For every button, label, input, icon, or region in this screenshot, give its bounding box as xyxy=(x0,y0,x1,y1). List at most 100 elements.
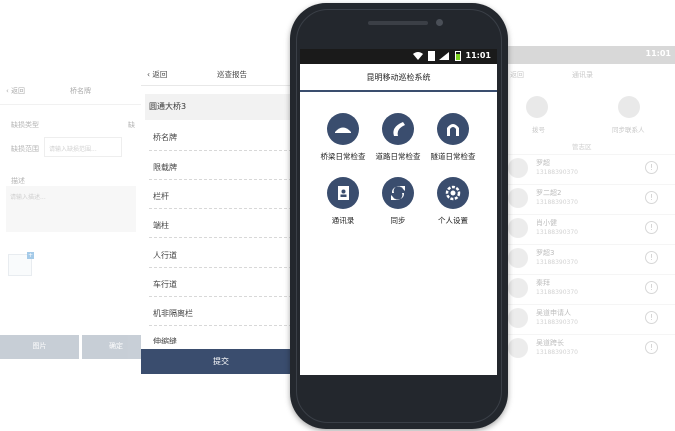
submit-button[interactable]: 提交 xyxy=(141,349,301,374)
list-divider xyxy=(149,267,297,268)
defect-type-label-cut: 缺 xyxy=(128,121,135,129)
tile-label: 个人设置 xyxy=(438,216,468,225)
description-input[interactable]: 请输入描述... xyxy=(6,186,136,232)
battery-icon xyxy=(455,51,461,61)
list-item[interactable]: 端柱 xyxy=(153,220,298,231)
wifi-icon xyxy=(413,52,423,60)
list-item[interactable]: 限载牌 xyxy=(153,162,298,173)
contact-name: 罗超 xyxy=(536,159,550,167)
back-button[interactable]: ‹ 返回 xyxy=(147,69,167,80)
signal-icon xyxy=(439,52,449,60)
phone-icon[interactable] xyxy=(526,96,548,118)
sync-contacts-label: 同步联系人 xyxy=(612,126,645,134)
phone-device: 11:01 昆明移动巡检系统 桥梁日常检查 道路日常检查 隧道日常检查 通讯录 … xyxy=(290,3,508,429)
phone-bottom-bezel xyxy=(300,375,497,405)
phone-screen: 11:01 昆明移动巡检系统 桥梁日常检查 道路日常检查 隧道日常检查 通讯录 … xyxy=(300,49,497,375)
photo-button[interactable]: 图片 xyxy=(0,335,79,359)
contact-phone: 13188390370 xyxy=(536,319,578,326)
back-button[interactable]: 返回 xyxy=(510,70,524,80)
tunnel-inspection-tile[interactable]: 隧道日常检查 xyxy=(421,113,485,175)
defect-range-input[interactable]: 请输入缺损范围... xyxy=(44,137,122,157)
speaker-grille xyxy=(368,21,428,25)
avatar-icon xyxy=(508,158,528,178)
sync-icon[interactable] xyxy=(618,96,640,118)
contacts-icon xyxy=(327,177,359,209)
contact-phone: 13188390370 xyxy=(536,199,578,206)
contact-phone: 13188390370 xyxy=(536,169,578,176)
avatar-icon xyxy=(508,218,528,238)
page-title: 通讯录 xyxy=(572,71,593,79)
info-icon[interactable]: ! xyxy=(645,191,658,204)
inspection-report-screen: ‹ 返回 巡查报告 圆通大桥3 桥名牌 限载牌 栏杆 端柱 人行道 车行道 机非… xyxy=(141,62,301,374)
chevron-left-icon: ‹ xyxy=(6,87,9,95)
status-time: 11:01 xyxy=(645,49,671,58)
settings-icon xyxy=(437,177,469,209)
contact-row[interactable]: 罗二超2 13188390370 ! xyxy=(500,184,675,210)
status-time: 11:01 xyxy=(465,51,491,60)
plus-icon: + xyxy=(27,252,34,259)
notification-icon xyxy=(428,51,435,61)
avatar-icon xyxy=(508,338,528,358)
page-title: 桥名牌 xyxy=(70,87,91,95)
contact-row[interactable]: 秦拜 13188390370 ! xyxy=(500,274,675,300)
contact-row[interactable]: 吴道申请人 13188390370 ! xyxy=(500,304,675,330)
contact-phone: 13188390370 xyxy=(536,259,578,266)
avatar-icon xyxy=(508,188,528,208)
bridge-icon xyxy=(327,113,359,145)
report-header: ‹ 返回 巡查报告 xyxy=(141,62,301,86)
list-item[interactable]: 桥名牌 xyxy=(153,132,298,143)
defect-type-label: 缺损类型 xyxy=(11,121,39,129)
info-icon[interactable]: ! xyxy=(645,251,658,264)
status-bar: 11:01 xyxy=(500,46,675,64)
list-item[interactable]: 伸缩缝 xyxy=(153,336,298,344)
contact-name: 吴道跨长 xyxy=(536,339,564,347)
defect-range-label: 缺损范围 xyxy=(11,145,39,153)
list-divider xyxy=(149,179,297,180)
settings-tile[interactable]: 个人设置 xyxy=(421,177,485,239)
tunnel-icon xyxy=(437,113,469,145)
contacts-screen: 11:01 返回 通讯录 拨号 同步联系人 管志区 罗超 13188390370… xyxy=(500,46,675,376)
avatar-icon xyxy=(508,308,528,328)
description-label: 描述 xyxy=(11,177,25,185)
list-divider xyxy=(149,237,297,238)
list-item[interactable]: 栏杆 xyxy=(153,191,298,202)
contact-name: 罗超3 xyxy=(536,249,555,257)
sync-icon xyxy=(382,177,414,209)
list-divider xyxy=(149,150,297,151)
header-divider xyxy=(0,104,150,105)
avatar-icon xyxy=(508,248,528,268)
info-icon[interactable]: ! xyxy=(645,161,658,174)
info-icon[interactable]: ! xyxy=(645,281,658,294)
status-bar: 11:01 xyxy=(300,49,497,64)
contact-name: 肖小健 xyxy=(536,219,557,227)
info-icon[interactable]: ! xyxy=(645,341,658,354)
list-divider xyxy=(149,208,297,209)
list-divider xyxy=(149,325,297,326)
add-photo-thumbnail[interactable]: + xyxy=(8,252,34,276)
bridge-name: 圆通大桥3 xyxy=(145,94,297,120)
contact-row[interactable]: 吴道跨长 13188390370 ! xyxy=(500,334,675,360)
dial-label: 拨号 xyxy=(532,126,545,134)
avatar-icon xyxy=(508,278,528,298)
contact-phone: 13188390370 xyxy=(536,289,578,296)
contact-phone: 13188390370 xyxy=(536,349,578,356)
contact-row[interactable]: 肖小健 13188390370 ! xyxy=(500,214,675,240)
app-title: 昆明移动巡检系统 xyxy=(300,64,497,92)
chevron-left-icon: ‹ xyxy=(147,70,150,79)
front-camera xyxy=(436,19,443,26)
info-icon[interactable]: ! xyxy=(645,311,658,324)
defect-form-screen: ‹ 返回 桥名牌 缺损类型 缺 缺损范围 请输入缺损范围... 描述 请输入描述… xyxy=(0,68,150,368)
back-button[interactable]: ‹ 返回 xyxy=(6,86,25,96)
contact-row[interactable]: 罗超 13188390370 ! xyxy=(500,154,675,180)
list-divider xyxy=(149,296,297,297)
list-item[interactable]: 人行道 xyxy=(153,250,298,261)
road-icon xyxy=(382,113,414,145)
contact-row[interactable]: 罗超3 13188390370 ! xyxy=(500,244,675,270)
contact-name: 罗二超2 xyxy=(536,189,562,197)
contact-phone: 13188390370 xyxy=(536,229,578,236)
list-item[interactable]: 机非隔离栏 xyxy=(153,308,298,319)
list-item[interactable]: 车行道 xyxy=(153,279,298,290)
info-icon[interactable]: ! xyxy=(645,221,658,234)
contact-name: 吴道申请人 xyxy=(536,309,571,317)
confirm-button[interactable]: 确定 xyxy=(82,335,150,359)
